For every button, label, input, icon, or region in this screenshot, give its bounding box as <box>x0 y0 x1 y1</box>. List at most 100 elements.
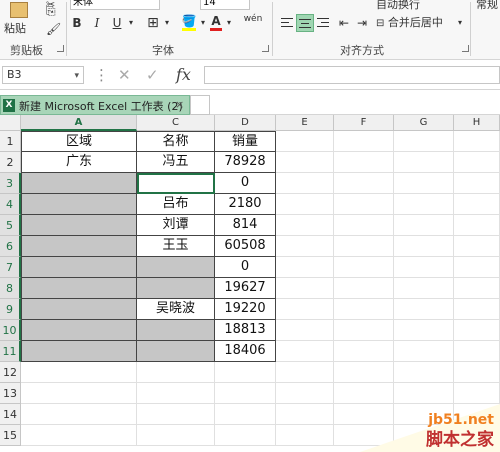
merge-dropdown-icon[interactable]: ▾ <box>455 14 465 32</box>
data-cell-a[interactable] <box>21 257 137 278</box>
header-cell-d[interactable]: 销量 <box>215 131 276 152</box>
font-color-dropdown-icon[interactable]: ▾ <box>224 14 234 32</box>
data-cell-d[interactable]: 814 <box>215 215 276 236</box>
cell-e[interactable] <box>276 131 334 152</box>
cell-g[interactable] <box>394 215 454 236</box>
data-cell-d[interactable]: 0 <box>215 173 276 194</box>
formula-input[interactable] <box>204 66 500 84</box>
cell-e[interactable] <box>276 215 334 236</box>
data-cell-d[interactable]: 2180 <box>215 194 276 215</box>
insert-function-icon[interactable]: fx <box>176 65 191 84</box>
row-header[interactable]: 15 <box>0 425 21 446</box>
border-icon[interactable]: ⊞ <box>144 14 162 32</box>
border-dropdown-icon[interactable]: ▾ <box>162 14 172 32</box>
cell-g[interactable] <box>394 278 454 299</box>
data-cell-d[interactable]: 60508 <box>215 236 276 257</box>
cell-h[interactable] <box>454 383 500 404</box>
cell-f[interactable] <box>334 152 394 173</box>
row-header[interactable]: 9 <box>0 299 21 320</box>
cell-h[interactable] <box>454 257 500 278</box>
cell-h[interactable] <box>454 173 500 194</box>
cell-g[interactable] <box>394 257 454 278</box>
column-header-c[interactable]: C <box>137 115 215 131</box>
cell-e[interactable] <box>276 236 334 257</box>
underline-button[interactable]: U <box>110 14 124 32</box>
copy-icon[interactable]: ⎘ <box>46 4 56 19</box>
cell-h[interactable] <box>454 194 500 215</box>
cell-h[interactable] <box>454 131 500 152</box>
number-format-select[interactable]: 常规 <box>476 0 500 14</box>
align-center-icon[interactable] <box>296 14 314 32</box>
cell-g[interactable] <box>394 320 454 341</box>
cell-h[interactable] <box>454 215 500 236</box>
cell-e[interactable] <box>276 278 334 299</box>
cell-h[interactable] <box>454 236 500 257</box>
decrease-indent-icon[interactable]: ⇤ <box>336 14 352 32</box>
data-cell-a[interactable] <box>21 341 137 362</box>
data-cell-a[interactable] <box>21 173 137 194</box>
cell-h[interactable] <box>454 341 500 362</box>
alignment-launcher-icon[interactable] <box>462 45 469 52</box>
row-header[interactable]: 8 <box>0 278 21 299</box>
cell-g[interactable] <box>394 236 454 257</box>
row-header[interactable]: 11 <box>0 341 21 362</box>
cell-e[interactable] <box>276 425 334 446</box>
cell-f[interactable] <box>334 236 394 257</box>
cell-f[interactable] <box>334 278 394 299</box>
cell-d[interactable] <box>215 383 276 404</box>
cell-d[interactable] <box>215 425 276 446</box>
row-header[interactable]: 1 <box>0 131 21 152</box>
cell-e[interactable] <box>276 362 334 383</box>
data-cell-c[interactable]: 刘谭 <box>137 215 215 236</box>
cell-d[interactable] <box>215 404 276 425</box>
cell-a[interactable] <box>21 425 137 446</box>
cell-g[interactable] <box>394 152 454 173</box>
font-name-select[interactable]: 宋体 <box>70 0 160 10</box>
data-cell-a[interactable] <box>21 320 137 341</box>
cell-c[interactable] <box>137 425 215 446</box>
fill-color-icon[interactable]: 🪣 <box>180 14 198 32</box>
cell-f[interactable] <box>334 320 394 341</box>
cell-g[interactable] <box>394 131 454 152</box>
data-cell-a[interactable] <box>21 215 137 236</box>
data-cell-d[interactable]: 18406 <box>215 341 276 362</box>
header-cell-c[interactable]: 名称 <box>137 131 215 152</box>
cell-e[interactable] <box>276 383 334 404</box>
data-cell-a[interactable] <box>21 194 137 215</box>
cell-f[interactable] <box>334 194 394 215</box>
cell-c[interactable] <box>137 383 215 404</box>
data-cell-a[interactable] <box>21 236 137 257</box>
cell-g[interactable] <box>394 173 454 194</box>
cell-e[interactable] <box>276 320 334 341</box>
data-cell-d[interactable]: 18813 <box>215 320 276 341</box>
cell-a[interactable] <box>21 362 137 383</box>
wrap-text-button[interactable]: 自动换行 <box>376 0 456 14</box>
cell-g[interactable] <box>394 194 454 215</box>
data-cell-d[interactable]: 0 <box>215 257 276 278</box>
row-header[interactable]: 5 <box>0 215 21 236</box>
header-cell-a[interactable]: 区域 <box>21 131 137 152</box>
data-cell-c[interactable] <box>137 278 215 299</box>
paste-button[interactable]: 粘贴 <box>0 0 42 42</box>
data-cell-c[interactable]: 王玉 <box>137 236 215 257</box>
close-icon[interactable]: × <box>175 98 184 111</box>
cell-h[interactable] <box>454 278 500 299</box>
underline-dropdown-icon[interactable]: ▾ <box>126 14 136 32</box>
cell-f[interactable] <box>334 257 394 278</box>
fill-dropdown-icon[interactable]: ▾ <box>198 14 208 32</box>
data-cell-a[interactable]: 广东 <box>21 152 137 173</box>
align-left-icon[interactable] <box>278 14 296 32</box>
italic-button[interactable]: I <box>90 14 104 32</box>
row-header[interactable]: 6 <box>0 236 21 257</box>
column-header-d[interactable]: D <box>215 115 276 131</box>
cell-f[interactable] <box>334 215 394 236</box>
format-painter-icon[interactable]: 🖌 <box>46 22 61 36</box>
column-header-e[interactable]: E <box>276 115 334 131</box>
cell-f[interactable] <box>334 173 394 194</box>
cell-e[interactable] <box>276 173 334 194</box>
column-header-f[interactable]: F <box>334 115 394 131</box>
new-tab-button[interactable] <box>190 95 210 115</box>
font-launcher-icon[interactable] <box>262 45 269 52</box>
cell-h[interactable] <box>454 152 500 173</box>
data-cell-d[interactable]: 19220 <box>215 299 276 320</box>
